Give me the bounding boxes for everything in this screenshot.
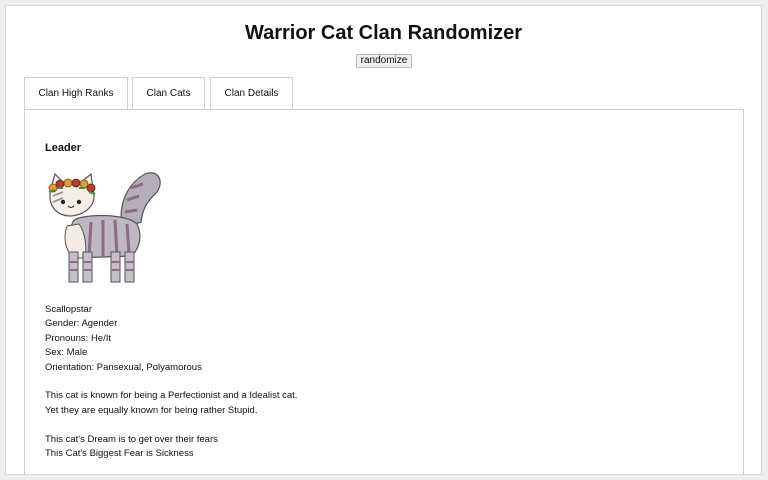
cat-info: Scallopstar Gender: Agender Pronouns: He…	[45, 303, 297, 461]
cat-dream: This cat's Dream is to get over their fe…	[45, 433, 218, 445]
cat-name: Scallopstar	[45, 304, 92, 315]
rank-heading: Leader	[45, 142, 82, 154]
cat-sex: Sex: Male	[45, 347, 88, 359]
page-title: Warrior Cat Clan Randomizer	[244, 22, 523, 44]
tab-panel: Leader Scallopstar Gender: Agender Prono…	[24, 109, 744, 474]
randomize-button[interactable]: randomize	[356, 54, 412, 68]
cat-gender: Gender: Agender	[45, 318, 118, 330]
cat-pronouns: Pronouns: He/It	[45, 332, 112, 344]
cat-trait-line-1: This cat is known for being a Perfection…	[45, 390, 298, 402]
cat-fear: This Cat's Biggest Fear is Sickness	[45, 448, 194, 460]
tab-clan-cats[interactable]: Clan Cats	[132, 77, 205, 110]
cat-sprite-image	[48, 172, 161, 283]
page-card: Warrior Cat Clan Randomizer randomize Cl…	[5, 5, 762, 475]
tab-clan-high-ranks[interactable]: Clan High Ranks	[24, 77, 128, 111]
cat-trait-line-2: Yet they are equally known for being rat…	[45, 404, 258, 416]
cat-orientation: Orientation: Pansexual, Polyamorous	[45, 361, 202, 373]
tab-clan-details[interactable]: Clan Details	[210, 77, 293, 110]
